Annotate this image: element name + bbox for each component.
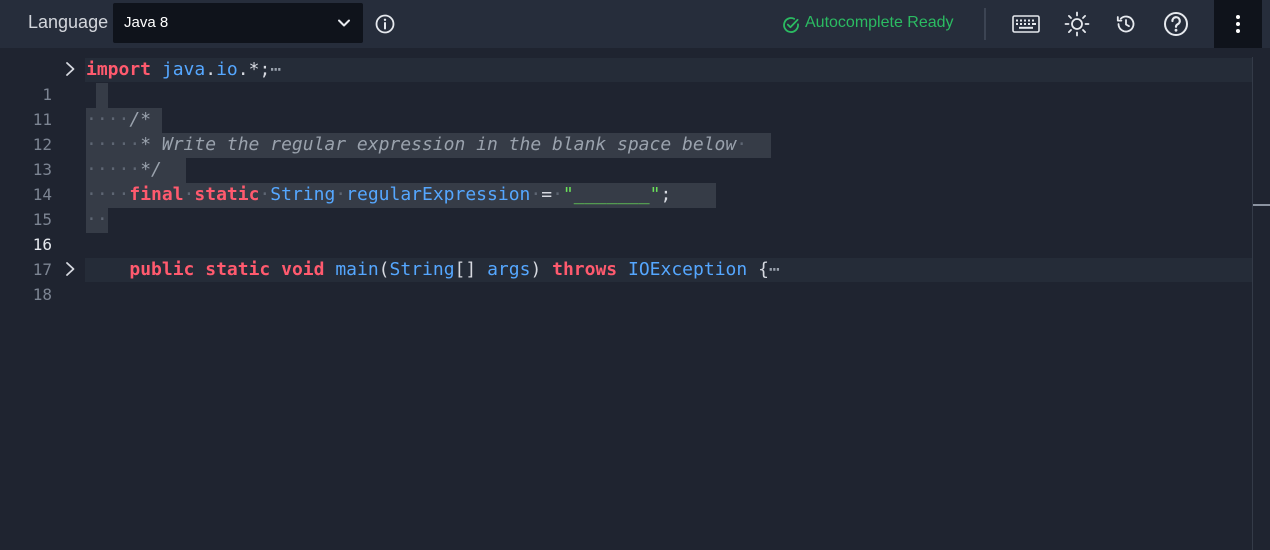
code-line: 15 ····final·static·String·regularExpres… xyxy=(0,182,1250,229)
code-line: 18 public static void main(String[] args… xyxy=(0,257,1250,304)
code-token: ; xyxy=(660,184,672,205)
toolbar-divider xyxy=(984,8,986,40)
sun-icon[interactable] xyxy=(1064,11,1090,37)
code-token: public xyxy=(129,259,195,280)
code-editor[interactable]: 1 import java.io.*;⋯ 11 12 ····/* 13 ···… xyxy=(0,57,1270,550)
folded-ellipsis[interactable]: ⋯ xyxy=(769,259,780,280)
code-token: ) xyxy=(530,259,542,280)
chevron-down-icon xyxy=(338,19,350,27)
whitespace-dots: ····· xyxy=(86,134,141,155)
more-options-button[interactable] xyxy=(1214,0,1262,48)
code-line: 12 ····/* xyxy=(0,107,1250,154)
check-circle-icon xyxy=(783,17,799,33)
whitespace-dots: ···· xyxy=(86,109,130,130)
code-token: regularExpression xyxy=(346,184,531,205)
code-token: final xyxy=(129,184,184,205)
history-icon[interactable] xyxy=(1115,13,1137,35)
more-vertical-icon xyxy=(1236,15,1240,33)
code-token: throws xyxy=(552,259,618,280)
chevron-right-icon[interactable] xyxy=(64,261,78,277)
code-token: void xyxy=(281,259,325,280)
whitespace-dots: ···· xyxy=(86,184,130,205)
line-number: 18 xyxy=(32,285,52,304)
code-line: 11 xyxy=(0,82,1250,129)
code-line: 16 ·· xyxy=(0,207,1250,254)
whitespace-dots: · xyxy=(736,134,748,155)
editor-toolbar: Language Java 8 Autocomplete Ready xyxy=(0,0,1270,48)
scrollbar-cursor-marker xyxy=(1253,204,1270,206)
code-line: 1 import java.io.*;⋯ xyxy=(0,57,1250,104)
language-select[interactable]: Java 8 xyxy=(113,3,363,43)
code-token: { xyxy=(758,259,769,280)
whitespace-dots: ·· xyxy=(86,209,108,230)
code-token: IOException xyxy=(628,259,748,280)
code-token: . xyxy=(205,59,217,80)
code-line: 14 ·····*/ xyxy=(0,157,1250,204)
vertical-scrollbar[interactable] xyxy=(1252,57,1253,550)
code-token: java xyxy=(161,59,206,80)
autocomplete-status-text: Autocomplete Ready xyxy=(805,14,954,31)
code-token: /* xyxy=(129,109,152,130)
folded-ellipsis[interactable]: ⋯ xyxy=(270,59,281,80)
code-token: static xyxy=(205,259,271,280)
code-token: "_______" xyxy=(562,184,661,205)
code-token: io xyxy=(216,59,238,80)
code-token: [] xyxy=(454,259,477,280)
code-line: 13 ·····* Write the regular expression i… xyxy=(0,132,1250,179)
code-token: String xyxy=(270,184,336,205)
code-token: = xyxy=(541,184,553,205)
info-icon[interactable] xyxy=(374,13,396,35)
keyboard-icon[interactable] xyxy=(1012,14,1040,34)
whitespace-dots: ····· xyxy=(86,159,141,180)
code-token: String xyxy=(389,259,455,280)
code-line: 17 xyxy=(0,232,1250,279)
help-icon[interactable] xyxy=(1163,11,1189,37)
code-token: */ xyxy=(140,159,162,180)
chevron-right-icon[interactable] xyxy=(64,61,78,77)
language-select-value: Java 8 xyxy=(124,14,169,31)
language-label: Language xyxy=(28,12,109,32)
code-token: import xyxy=(86,59,152,80)
code-token: ( xyxy=(378,259,390,280)
code-token: main xyxy=(335,259,379,280)
code-token: .*; xyxy=(237,59,271,80)
code-token: static xyxy=(194,184,260,205)
code-token: args xyxy=(487,259,531,280)
code-token: * Write the regular expression in the bl… xyxy=(140,134,737,155)
